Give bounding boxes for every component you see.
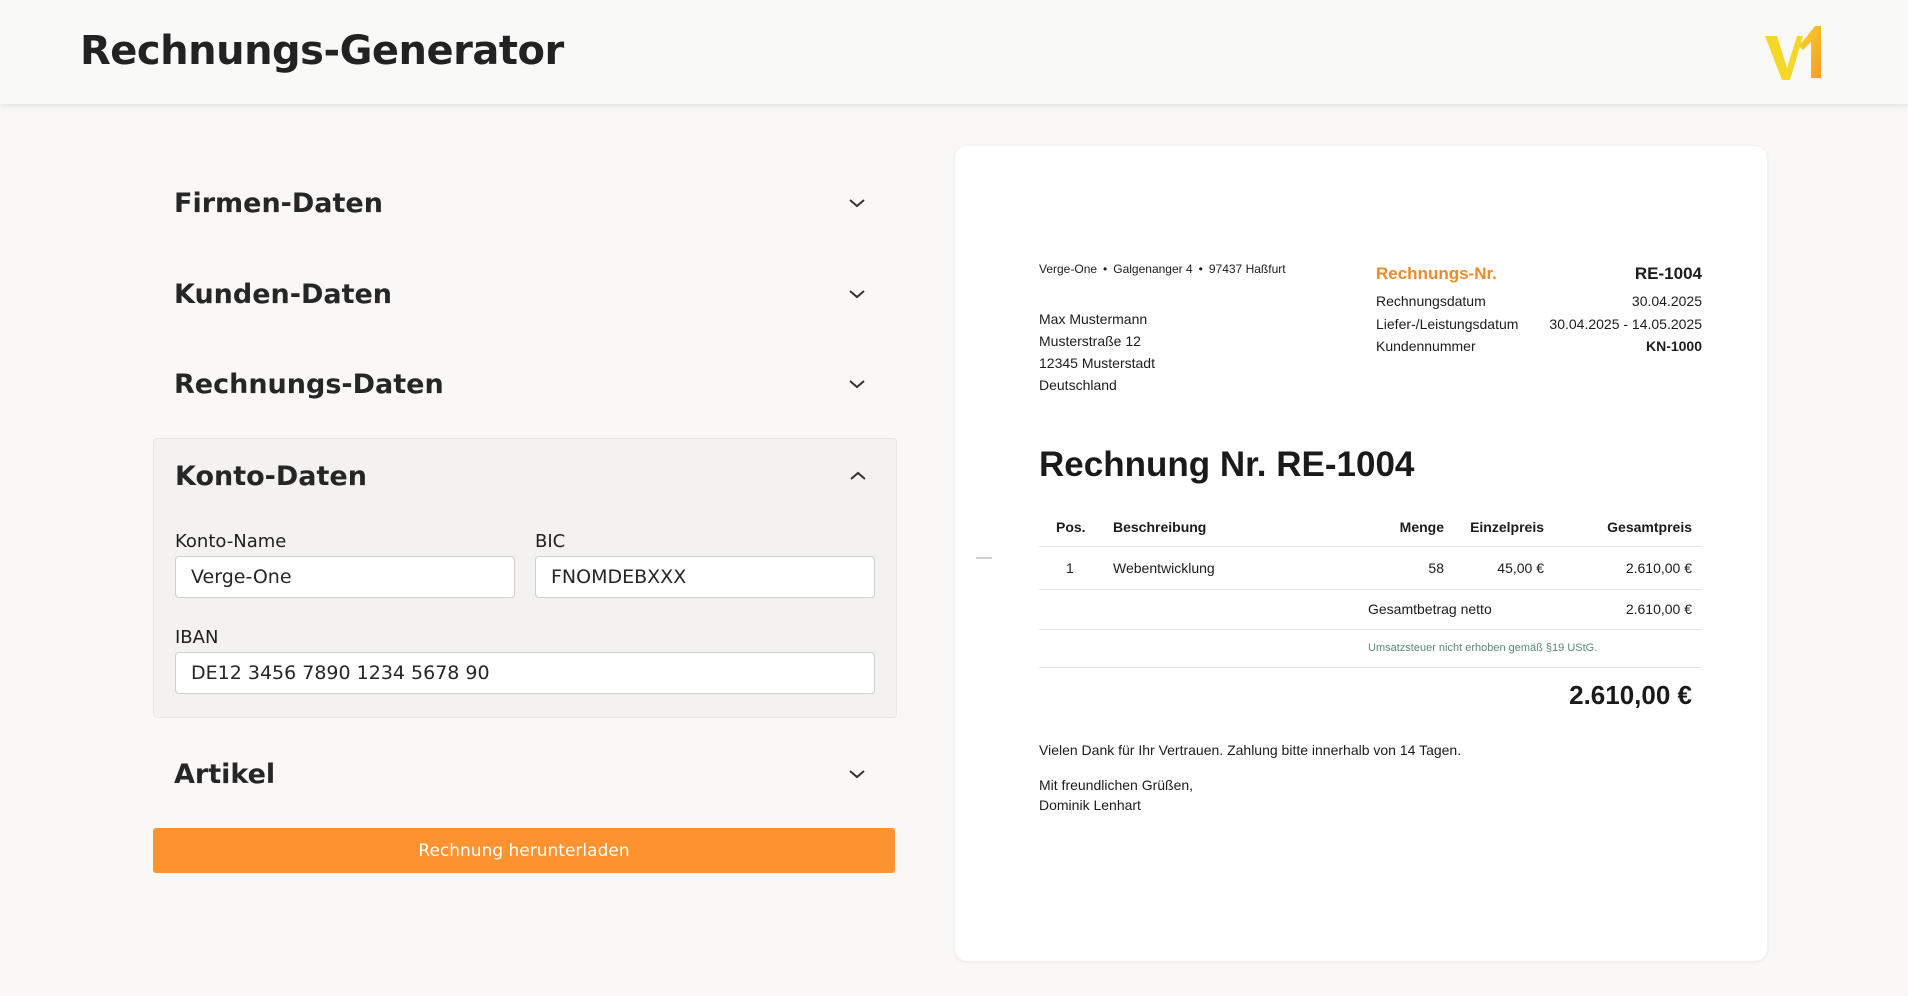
recipient-name: Max Mustermann (1039, 311, 1148, 327)
thanks-text: Vielen Dank für Ihr Vertrauen. Zahlung b… (1039, 742, 1462, 758)
customer-number-label: Kundennummer (1376, 338, 1476, 354)
grand-total: 2.610,00 € (1569, 680, 1692, 710)
chevron-up-icon (850, 471, 866, 480)
invoice-date-label: Rechnungsdatum (1376, 293, 1486, 309)
separator-dot: • (1103, 262, 1108, 276)
sender-street: Galgenanger 4 (1113, 262, 1193, 276)
app-header: Rechnungs-Generator (0, 0, 1908, 104)
chevron-down-icon (849, 380, 865, 389)
row-quantity: 58 (1428, 560, 1444, 576)
chevron-down-icon (849, 199, 865, 208)
invoice-number-label: Rechnungs-Nr. (1376, 264, 1497, 283)
download-invoice-button[interactable]: Rechnung herunterladen (153, 828, 895, 873)
section-title: Konto-Daten (175, 460, 367, 492)
section-title: Artikel (174, 758, 276, 790)
sender-name: Verge-One (1039, 262, 1098, 276)
accordion-header-firmen-daten[interactable]: Firmen-Daten (174, 158, 874, 248)
chevron-down-icon (849, 770, 865, 779)
section-title: Firmen-Daten (174, 187, 383, 219)
konto-name-input[interactable] (175, 556, 515, 598)
accordion-header-kunden-daten[interactable]: Kunden-Daten (174, 249, 874, 339)
row-total-price: 2.610,00 € (1625, 560, 1692, 576)
signature-text: Dominik Lenhart (1039, 797, 1141, 813)
table-header-description: Beschreibung (1113, 519, 1207, 535)
app-title: Rechnungs-Generator (80, 28, 564, 74)
row-description: Webentwicklung (1113, 560, 1215, 576)
konto-name-label: Konto-Name (175, 531, 287, 552)
row-pos: 1 (1066, 560, 1074, 576)
sender-city: 97437 Haßfurt (1208, 262, 1286, 276)
invoice-number-value: RE-1004 (1634, 264, 1702, 283)
greeting-text: Mit freundlichen Grüßen, (1039, 777, 1194, 793)
table-header-unit-price: Einzelpreis (1470, 519, 1544, 535)
table-header-pos: Pos. (1056, 519, 1086, 535)
table-header-quantity: Menge (1399, 519, 1444, 535)
net-total-value: 2.610,00 € (1625, 601, 1692, 617)
table-rule (1039, 629, 1702, 630)
bic-label: BIC (535, 531, 566, 552)
service-period-value: 30.04.2025 - 14.05.2025 (1549, 316, 1702, 332)
sender-line: Verge-One • Galgenanger 4 • 97437 Haßfurt (1039, 262, 1286, 276)
table-header-total-price: Gesamtpreis (1607, 519, 1692, 535)
recipient-country: Deutschland (1039, 377, 1117, 393)
recipient-city: 12345 Musterstadt (1039, 355, 1155, 371)
customer-number-value: KN-1000 (1645, 338, 1702, 354)
v1-logo (1765, 26, 1821, 80)
invoice-date-value: 30.04.2025 (1631, 293, 1702, 309)
recipient-street: Musterstraße 12 (1039, 333, 1141, 349)
bic-input[interactable] (535, 556, 875, 598)
section-title: Kunden-Daten (174, 278, 393, 310)
row-unit-price: 45,00 € (1497, 560, 1544, 576)
accordion-header-konto-daten[interactable]: Konto-Daten (175, 441, 875, 511)
tax-note: Umsatzsteuer nicht erhoben gemäß §19 USt… (1368, 642, 1598, 654)
iban-input[interactable] (175, 652, 875, 694)
accordion-header-artikel[interactable]: Artikel (174, 729, 874, 819)
section-konto-daten: Konto-Daten Konto-Name BIC IBAN (153, 438, 897, 718)
service-period-label: Liefer-/Leistungsdatum (1376, 316, 1519, 332)
net-total-label: Gesamtbetrag netto (1368, 601, 1492, 617)
invoice-title: Rechnung Nr. RE-1004 (1039, 445, 1415, 484)
chevron-down-icon (849, 290, 865, 299)
iban-label: IBAN (175, 627, 219, 648)
table-rule (1039, 589, 1702, 590)
divider (976, 557, 992, 559)
table-rule (1039, 667, 1702, 668)
section-title: Rechnungs-Daten (174, 368, 444, 400)
separator-dot: • (1198, 262, 1203, 276)
accordion-header-rechnungs-daten[interactable]: Rechnungs-Daten (174, 339, 874, 429)
table-rule (1039, 546, 1702, 547)
